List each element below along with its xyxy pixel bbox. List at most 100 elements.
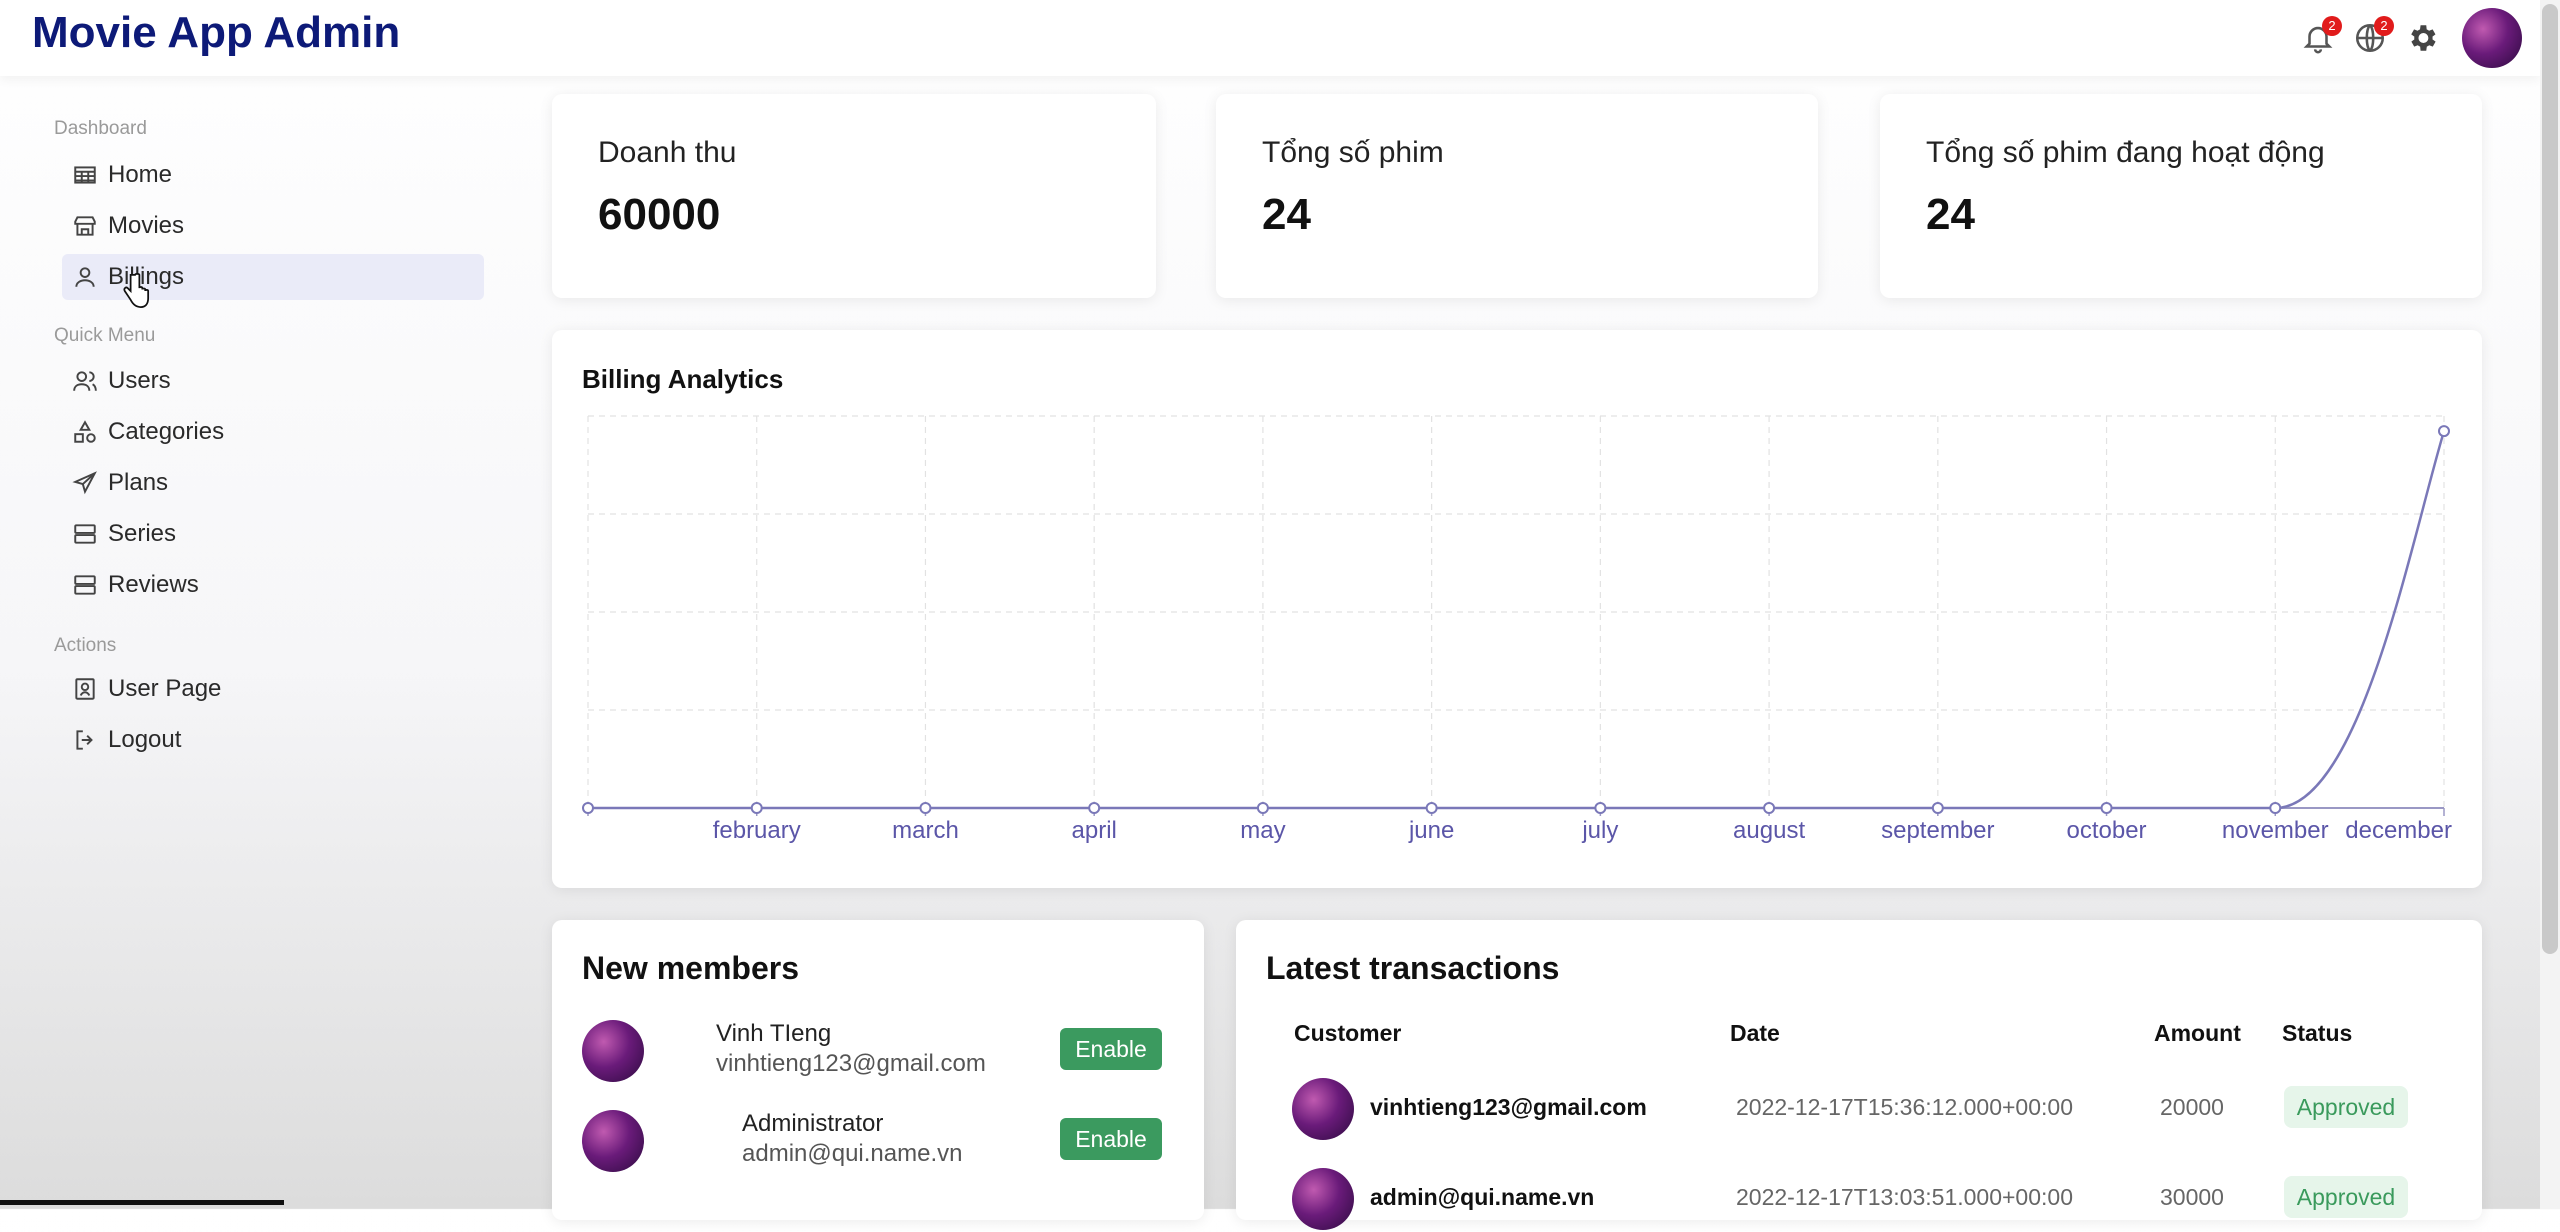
member-name: Vinh TIeng [716, 1020, 832, 1047]
transaction-amount: 30000 [2160, 1184, 2224, 1210]
x-tick-label: july [1581, 817, 1618, 844]
x-tick-label: may [1240, 817, 1285, 844]
sidebar-item-label: Logout [108, 726, 182, 753]
avatar [1292, 1168, 1354, 1230]
store-icon [70, 211, 100, 241]
sidebar-item-plans[interactable]: Plans [62, 460, 484, 506]
sidebar: Dashboard Home Movies Billings Quick Men… [0, 76, 520, 1209]
column-header-customer: Customer [1294, 1020, 1402, 1046]
x-tick-label: april [1072, 817, 1117, 844]
column-header-amount: Amount [2154, 1020, 2241, 1046]
send-icon [70, 468, 100, 498]
stat-card-revenue: Doanh thu 60000 [552, 94, 1156, 298]
sidebar-section-quick-menu: Quick Menu [54, 325, 156, 346]
users-icon [70, 366, 100, 396]
billing-analytics-card: Billing Analytics february march april may j… [552, 330, 2482, 888]
x-tick-label: june [1408, 817, 1454, 844]
transaction-customer: admin@qui.name.vn [1370, 1184, 1595, 1210]
person-icon [70, 262, 100, 292]
stat-title: Tổng số phim [1262, 136, 1444, 169]
server-icon [70, 570, 100, 600]
sidebar-item-home[interactable]: Home [62, 152, 484, 198]
stat-value: 60000 [598, 190, 721, 239]
user-avatar[interactable] [2462, 8, 2522, 68]
data-point [582, 802, 594, 814]
stat-value: 24 [1926, 190, 1975, 239]
x-tick-label: november [2222, 817, 2329, 844]
sidebar-item-label: Categories [108, 418, 225, 445]
sidebar-section-actions: Actions [54, 635, 117, 656]
sidebar-item-label: Reviews [108, 571, 199, 598]
status-badge: Approved [2284, 1086, 2408, 1128]
sidebar-item-reviews[interactable]: Reviews [62, 562, 484, 608]
language-button[interactable]: 2 [2350, 16, 2394, 58]
avatar [1292, 1078, 1354, 1140]
avatar [582, 1020, 644, 1082]
status-badge: Approved [2284, 1176, 2408, 1218]
new-members-card: New members Vinh TIeng vinhtieng123@gmai… [552, 920, 1204, 1220]
x-tick-label: march [892, 817, 959, 844]
transaction-amount: 20000 [2160, 1094, 2224, 1120]
avatar [582, 1110, 644, 1172]
transaction-customer: vinhtieng123@gmail.com [1370, 1094, 1647, 1120]
server-icon [70, 519, 100, 549]
sidebar-item-label: Users [108, 367, 171, 394]
data-point [750, 802, 763, 814]
sidebar-item-label: Home [108, 161, 173, 188]
sidebar-item-categories[interactable]: Categories [62, 409, 484, 455]
top-bar: Movie App Admin 2 2 [0, 0, 2540, 76]
transaction-date: 2022-12-17T15:36:12.000+00:00 [1736, 1094, 2073, 1120]
billing-chart: february march april may june july august septe… [582, 415, 2452, 844]
gear-icon [2411, 25, 2436, 51]
member-name: Administrator [742, 1110, 884, 1137]
hand-cursor-icon [123, 272, 150, 308]
stat-card-active-movies: Tổng số phim đang hoạt động 24 [1880, 94, 2482, 298]
language-badge: 2 [2374, 16, 2394, 36]
stat-card-total-movies: Tổng số phim 24 [1216, 94, 1818, 298]
section-title: New members [582, 950, 799, 986]
top-actions: 2 2 [2286, 8, 2522, 68]
stat-title: Tổng số phim đang hoạt động [1926, 136, 2325, 169]
member-email: vinhtieng123@gmail.com [716, 1050, 986, 1077]
data-point [1763, 802, 1776, 814]
x-tick-label: december [2345, 817, 2452, 844]
shapes-icon [70, 417, 100, 447]
table-row: vinhtieng123@gmail.com 2022-12-17T15:36:… [1236, 1072, 2464, 1142]
settings-button[interactable] [2402, 18, 2442, 58]
latest-transactions-card: Latest transactions Customer Date Amount… [1236, 920, 2482, 1230]
x-tick-label: february [713, 817, 801, 844]
page-scrollbar[interactable] [2540, 0, 2560, 1209]
enable-button[interactable]: Enable [1060, 1118, 1162, 1160]
sidebar-item-series[interactable]: Series [62, 511, 484, 557]
sidebar-item-label: User Page [108, 675, 222, 702]
sidebar-item-label: Movies [108, 212, 185, 239]
sidebar-item-users[interactable]: Users [62, 358, 484, 404]
scrollbar-thumb[interactable] [2542, 4, 2558, 954]
sidebar-item-movies[interactable]: Movies [62, 203, 484, 249]
transaction-date: 2022-12-17T13:03:51.000+00:00 [1736, 1184, 2073, 1210]
x-tick-label: october [2067, 817, 2147, 844]
section-title: Latest transactions [1266, 950, 1560, 986]
notifications-button[interactable]: 2 [2298, 16, 2342, 58]
x-tick-label: september [1881, 817, 1994, 844]
stat-value: 24 [1262, 190, 1311, 239]
data-point [2269, 802, 2282, 814]
member-row: Administrator admin@qui.name.vn Enable [582, 1106, 1162, 1176]
x-tick-label: august [1733, 817, 1805, 844]
sidebar-item-logout[interactable]: Logout [62, 717, 484, 763]
data-point [919, 802, 932, 814]
sidebar-item-label: Series [108, 520, 177, 547]
account-box-icon [70, 674, 100, 704]
table-icon [70, 160, 100, 190]
enable-button[interactable]: Enable [1060, 1028, 1162, 1070]
data-point [1594, 802, 1607, 814]
table-row: admin@qui.name.vn 2022-12-17T13:03:51.00… [1236, 1162, 2464, 1232]
sidebar-item-label: Plans [108, 469, 169, 496]
data-point [1931, 802, 1944, 814]
data-point [2438, 425, 2450, 438]
sidebar-item-user-page[interactable]: User Page [62, 666, 484, 712]
sidebar-section-dashboard: Dashboard [54, 118, 147, 139]
video-progress-bar [0, 1200, 284, 1205]
app-logo[interactable]: Movie App Admin [32, 8, 400, 58]
data-point [1425, 802, 1438, 814]
